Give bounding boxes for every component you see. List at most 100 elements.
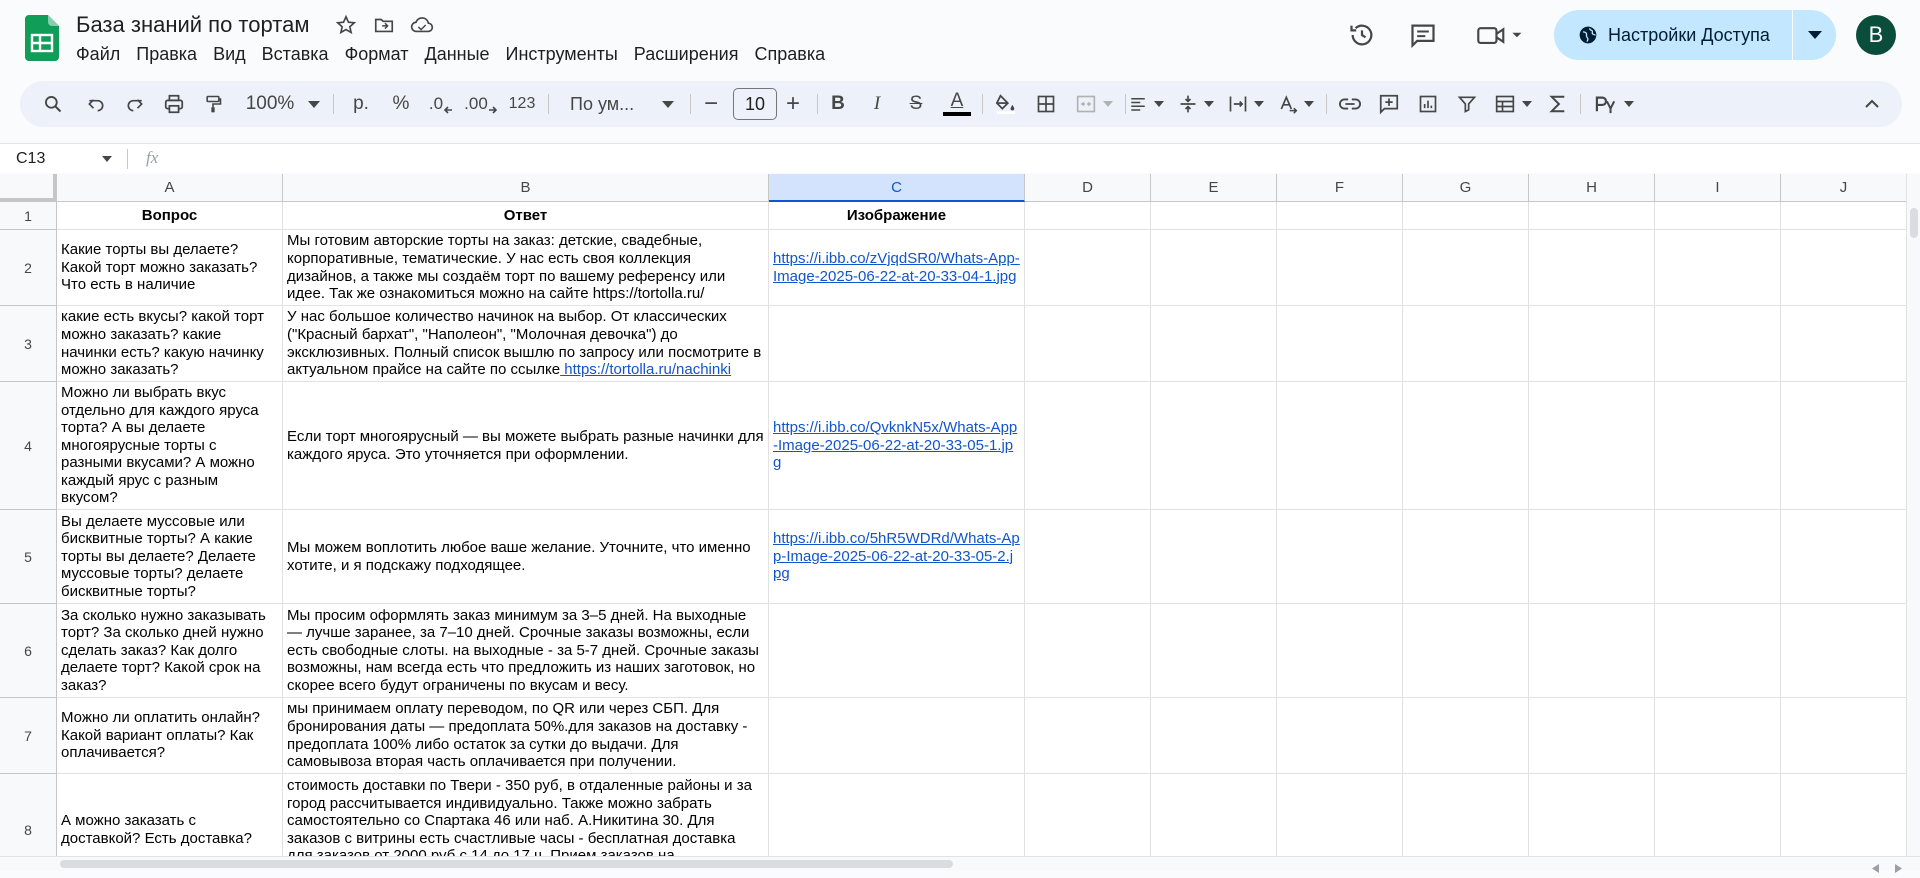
vertical-scrollbar[interactable] [1906,174,1920,856]
cell-c2[interactable]: https://i.ibb.co/zVjqdSR0/Whats-App-Imag… [769,230,1025,306]
menu-format[interactable]: Формат [337,42,417,67]
scroll-left-icon[interactable] [1872,860,1882,873]
horizontal-align-icon[interactable] [1120,81,1172,127]
menu-file[interactable]: Файл [68,42,128,67]
image-link[interactable]: https://i.ibb.co/QvknkN5x/Whats-App-Imag… [773,419,1020,472]
cell-c7[interactable] [769,698,1025,774]
cell-b3[interactable]: У нас большое количество начинок на выбо… [283,306,769,382]
row-header-5[interactable]: 5 [0,510,57,604]
column-header-j[interactable]: J [1781,174,1906,202]
column-header-b[interactable]: B [283,174,769,202]
merge-cells-icon[interactable] [1068,81,1120,127]
menu-view[interactable]: Вид [205,42,254,67]
vertical-scroll-thumb[interactable] [1910,208,1918,238]
column-header-c[interactable]: C [769,174,1025,202]
insert-comment-icon[interactable] [1371,81,1407,127]
cell-a6[interactable]: За сколько нужно заказывать торт? За ско… [57,604,283,698]
scroll-right-icon[interactable] [1894,860,1904,873]
cell-b6[interactable]: Мы просим оформлять заказ минимум за 3–5… [283,604,769,698]
insert-chart-icon[interactable] [1410,81,1446,127]
undo-icon[interactable] [81,81,111,127]
font-select[interactable]: По ум... [560,81,684,127]
input-tools-icon[interactable] [1588,81,1640,127]
row-header-1[interactable]: 1 [0,202,57,230]
image-link[interactable]: https://i.ibb.co/zVjqdSR0/Whats-App-Imag… [773,250,1020,285]
menu-extensions[interactable]: Расширения [626,42,747,67]
zoom-select[interactable]: 100% [242,81,324,127]
cloud-status-icon[interactable] [410,13,434,37]
menu-insert[interactable]: Вставка [254,42,337,67]
text-color-button[interactable]: A [937,81,977,127]
column-header-e[interactable]: E [1151,174,1277,202]
percent-format-button[interactable]: % [386,81,416,127]
star-icon[interactable] [334,13,358,37]
search-menus-icon[interactable] [38,81,68,127]
borders-icon[interactable] [1028,81,1064,127]
column-header-g[interactable]: G [1403,174,1529,202]
row-header-3[interactable]: 3 [0,306,57,382]
decrease-decimal-button[interactable]: .0 [424,81,458,127]
column-header-i[interactable]: I [1655,174,1781,202]
row-header-8[interactable]: 8 [0,774,57,856]
redo-icon[interactable] [120,81,150,127]
italic-button[interactable]: I [859,81,895,127]
functions-sigma-icon[interactable] [1540,81,1576,127]
vertical-align-icon[interactable] [1170,81,1222,127]
version-history-icon[interactable] [1347,20,1377,50]
cell-b1[interactable]: Ответ [283,202,769,230]
collapse-chevron-up-icon[interactable] [1854,81,1890,127]
cell-a2[interactable]: Какие торты вы делаете? Какой торт можно… [57,230,283,306]
horizontal-scroll-thumb[interactable] [60,860,953,868]
text-wrapping-icon[interactable] [1220,81,1272,127]
bold-button[interactable]: B [820,81,856,127]
column-header-a[interactable]: A [57,174,283,202]
row-header-2[interactable]: 2 [0,230,57,306]
cell-c6[interactable] [769,604,1025,698]
cell-b2[interactable]: Мы готовим авторские торты на заказ: дет… [283,230,769,306]
increase-decimal-button[interactable]: .00 [464,81,498,127]
cell-a7[interactable]: Можно ли оплатить онлайн? Какой вариант … [57,698,283,774]
share-button[interactable]: Настройки Доступа [1554,10,1792,60]
formula-input[interactable] [178,144,1908,174]
sheets-logo-icon[interactable] [25,15,59,61]
paint-format-icon[interactable] [198,81,228,127]
move-folder-icon[interactable] [372,13,396,37]
column-header-d[interactable]: D [1025,174,1151,202]
horizontal-scrollbar[interactable] [0,856,1920,873]
menu-help[interactable]: Справка [746,42,833,67]
column-header-h[interactable]: H [1529,174,1655,202]
meet-video-icon[interactable] [1476,20,1526,50]
avatar[interactable]: B [1856,15,1896,55]
comments-icon[interactable] [1408,20,1438,50]
cell-a5[interactable]: Вы делаете муссовые или бисквитные торты… [57,510,283,604]
select-all-corner[interactable] [0,174,57,202]
cell-a1[interactable]: Вопрос [57,202,283,230]
column-header-f[interactable]: F [1277,174,1403,202]
menu-data[interactable]: Данные [417,42,498,67]
cell-a3[interactable]: какие есть вкусы? какой торт можно заказ… [57,306,283,382]
cell-c1[interactable]: Изображение [769,202,1025,230]
insert-link-icon[interactable] [1332,81,1368,127]
name-box[interactable]: C13 [16,147,116,171]
fill-color-icon[interactable] [988,81,1024,127]
cell-b8[interactable]: стоимость доставки по Твери - 350 руб, в… [283,774,769,856]
cell-a8[interactable]: А можно заказать с доставкой? Есть доста… [57,774,283,856]
more-formats-button[interactable]: 123 [504,81,540,127]
cell-b5[interactable]: Мы можем воплотить любое ваше желание. У… [283,510,769,604]
decrease-font-size-button[interactable]: − [693,81,729,127]
increase-font-size-button[interactable]: + [775,81,811,127]
row-header-7[interactable]: 7 [0,698,57,774]
document-title[interactable]: База знаний по тортам [76,12,309,38]
cell-b7[interactable]: мы принимаем оплату переводом, по QR или… [283,698,769,774]
menu-edit[interactable]: Правка [128,42,205,67]
row-header-4[interactable]: 4 [0,382,57,510]
currency-format-button[interactable]: р. [346,81,376,127]
row-header-6[interactable]: 6 [0,604,57,698]
cell-b4[interactable]: Если торт многоярусный — вы можете выбра… [283,382,769,510]
cell-c8[interactable] [769,774,1025,856]
cell-a4[interactable]: Можно ли выбрать вкус отдельно для каждо… [57,382,283,510]
filter-views-icon[interactable] [1488,81,1538,127]
strikethrough-button[interactable]: S [898,81,934,127]
print-icon[interactable] [159,81,189,127]
cell-c5[interactable]: https://i.ibb.co/5hR5WDRd/Whats-App-Imag… [769,510,1025,604]
